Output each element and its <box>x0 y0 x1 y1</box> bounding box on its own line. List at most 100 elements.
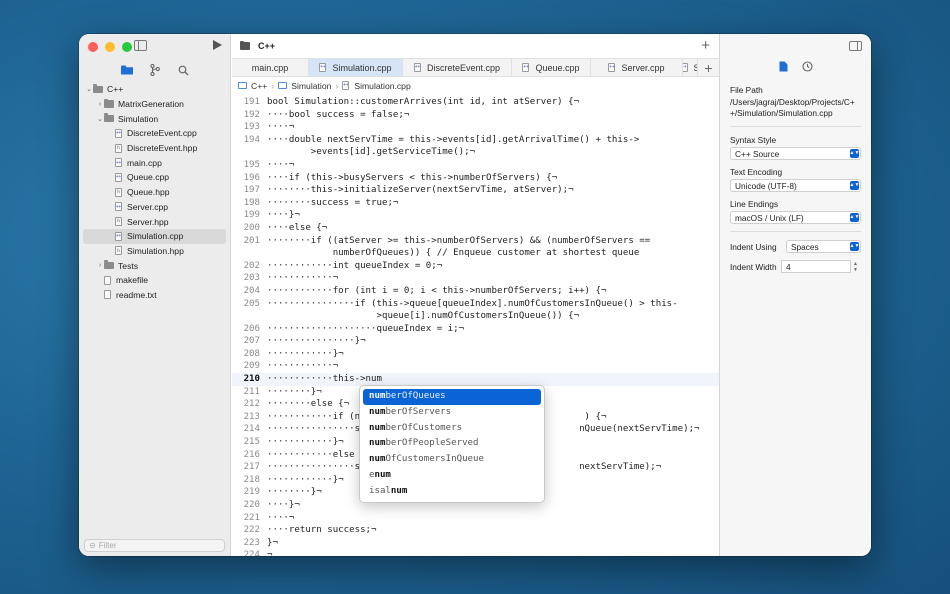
editor-tab[interactable]: ++ Queue.cpp <box>512 59 591 76</box>
source-control-icon[interactable] <box>148 63 162 77</box>
line-number: 209 <box>243 361 260 372</box>
line-number: 200 <box>243 222 260 233</box>
autocomplete-item[interactable]: enum <box>363 468 541 484</box>
line-number: 224 <box>243 550 260 556</box>
tree-file-server-cpp[interactable]: ++ Server.cpp <box>79 200 230 215</box>
cpp-file-icon: ++ <box>115 172 122 182</box>
run-play-icon[interactable] <box>213 40 222 50</box>
code-text: ····if (this->busyServers < this->number… <box>267 172 558 183</box>
text-encoding-select[interactable]: Unicode (UTF-8) ▲▼ <box>730 179 861 192</box>
disclosure-chevron-icon[interactable]: ⌄ <box>85 85 93 93</box>
editor-tabbar: main.cpp ++ Simulation.cpp ++ DiscreteEvent.… <box>232 58 719 77</box>
line-endings-label: Line Endings <box>730 199 778 209</box>
line-endings-select[interactable]: macOS / Unix (LF) ▲▼ <box>730 211 861 224</box>
autocomplete-item[interactable]: isalnum <box>363 484 541 500</box>
code-text: >events[id].getServiceTime();¬ <box>267 147 476 158</box>
autocomplete-popup: numberOfQueues numberOfServers numberOfCus… <box>359 385 545 503</box>
tree-file-server-hpp[interactable]: h Server.hpp <box>79 214 230 229</box>
autocomplete-item[interactable]: numberOfQueues <box>363 389 541 405</box>
editor-tab[interactable]: ++ Server.cpp <box>591 59 683 76</box>
line-number: 213 <box>243 411 260 422</box>
code-line: 191 bool Simulation::customerArrives(int … <box>232 96 719 109</box>
code-line: 195 ····¬ <box>232 159 719 172</box>
code-text: ················if (this->queue[queueInd… <box>267 298 678 309</box>
breadcrumb-item[interactable]: C++ <box>251 81 267 91</box>
code-text: ········}¬ <box>267 386 322 397</box>
tree-file-discreteevent-hpp[interactable]: h DiscreteEvent.hpp <box>79 141 230 156</box>
new-tab-plus-icon[interactable]: + <box>698 59 719 76</box>
indent-width-stepper[interactable]: 4 ▲ ▼ <box>781 260 858 273</box>
tree-file-simulation-cpp[interactable]: ++ Simulation.cpp <box>83 228 226 244</box>
breadcrumb-item[interactable]: Simulation <box>291 81 331 91</box>
completion-match: num <box>369 391 386 401</box>
line-number: 217 <box>243 462 260 473</box>
tree-file-queue-cpp[interactable]: ++ Queue.cpp <box>79 170 230 185</box>
code-line: 201 ········if ((atServer >= this->number… <box>232 235 719 248</box>
code-text: ········this->initializeServer(nextServT… <box>267 185 574 196</box>
line-number: 215 <box>243 437 260 448</box>
search-icon[interactable] <box>176 63 190 77</box>
code-line: >queue[i].numOfCustomersInQueue()) {¬ <box>232 310 719 323</box>
syntax-style-label: Syntax Style <box>730 135 777 145</box>
line-number: 197 <box>243 185 260 196</box>
tree-file-discreteevent-cpp[interactable]: ++ DiscreteEvent.cpp <box>79 126 230 141</box>
code-line: 199 ····}¬ <box>232 209 719 222</box>
file-inspector-icon[interactable] <box>779 61 788 74</box>
select-arrows-icon: ▲▼ <box>849 213 860 222</box>
inspector-toggle-icon[interactable] <box>849 41 862 51</box>
code-text: }¬ <box>267 537 278 548</box>
close-window-button[interactable] <box>88 42 98 52</box>
breadcrumb: C++ › Simulation › ++ Simulation.cpp <box>232 78 719 93</box>
autocomplete-item[interactable]: numOfCustomersInQueue <box>363 452 541 468</box>
disclosure-chevron-icon[interactable]: ⌄ <box>96 115 104 123</box>
history-clock-icon[interactable] <box>801 61 813 74</box>
code-line: 193 ····¬ <box>232 121 719 134</box>
text-encoding-value: Unicode (UTF-8) <box>735 180 797 191</box>
tree-file-makefile[interactable]: makefile <box>79 273 230 288</box>
tree-folder-simulation[interactable]: ⌄ Simulation <box>79 111 230 126</box>
line-number: 208 <box>243 348 260 359</box>
syntax-style-select[interactable]: C++ Source ▲▼ <box>730 147 861 160</box>
breadcrumb-separator-icon: › <box>335 80 339 91</box>
disclosure-chevron-icon[interactable]: › <box>96 101 104 108</box>
inspector-tabs <box>720 58 871 77</box>
folder-navigator-icon[interactable] <box>120 63 134 77</box>
completion-match: num <box>390 485 408 496</box>
autocomplete-item[interactable]: numberOfCustomers <box>363 421 541 437</box>
editor-tab-label: DiscreteEvent.cpp <box>426 62 501 73</box>
select-arrows-icon: ▲▼ <box>849 242 860 251</box>
editor-tab[interactable]: main.cpp <box>232 59 309 76</box>
tree-item-label: Tests <box>118 260 139 271</box>
editor-tab[interactable]: ++ Simulation.cpp <box>309 59 403 76</box>
editor-tab-label: Simulation.cpp <box>332 62 392 73</box>
code-line: 196 ····if (this->busyServers < this->num… <box>232 172 719 185</box>
tree-folder-matrixgeneration[interactable]: › MatrixGeneration <box>79 97 230 112</box>
line-number: 198 <box>243 197 260 208</box>
zoom-window-button[interactable] <box>122 42 132 52</box>
editor-tab[interactable]: ++ DiscreteEvent.cpp <box>403 59 512 76</box>
minimize-window-button[interactable] <box>105 42 115 52</box>
filter-field[interactable]: ⊖ Filter <box>84 539 225 552</box>
breadcrumb-item[interactable]: Simulation.cpp <box>354 81 410 91</box>
code-line: 202 ············int queueIndex = 0;¬ <box>232 260 719 273</box>
sidebar-toggle-icon[interactable] <box>134 40 147 51</box>
inspector-panel: File Path /Users/jagraj/Desktop/Projects… <box>719 34 871 556</box>
tree-file-simulation-hpp[interactable]: h Simulation.hpp <box>79 244 230 259</box>
disclosure-chevron-icon[interactable]: › <box>96 262 104 269</box>
folder-icon <box>104 98 114 108</box>
folder-icon <box>104 260 114 270</box>
autocomplete-item[interactable]: numberOfServers <box>363 405 541 421</box>
tree-folder-tests[interactable]: › Tests <box>79 258 230 273</box>
code-text: ····else {¬ <box>267 222 328 233</box>
autocomplete-item[interactable]: numberOfPeopleServed <box>363 436 541 452</box>
tree-item-label: Simulation.hpp <box>127 245 184 256</box>
indent-using-select[interactable]: Spaces ▲▼ <box>786 240 861 253</box>
tree-folder-cpp[interactable]: ⌄ C++ <box>79 82 230 97</box>
tree-file-main-cpp[interactable]: ++ main.cpp <box>79 155 230 170</box>
tree-file-readme[interactable]: readme.txt <box>79 288 230 303</box>
editor-tab[interactable]: ++S <box>683 59 698 76</box>
new-file-plus-icon[interactable]: + <box>701 37 710 54</box>
tree-file-queue-hpp[interactable]: h Queue.hpp <box>79 185 230 200</box>
stepper-arrows-icon[interactable]: ▲ ▼ <box>853 261 858 273</box>
line-number: 202 <box>243 260 260 271</box>
